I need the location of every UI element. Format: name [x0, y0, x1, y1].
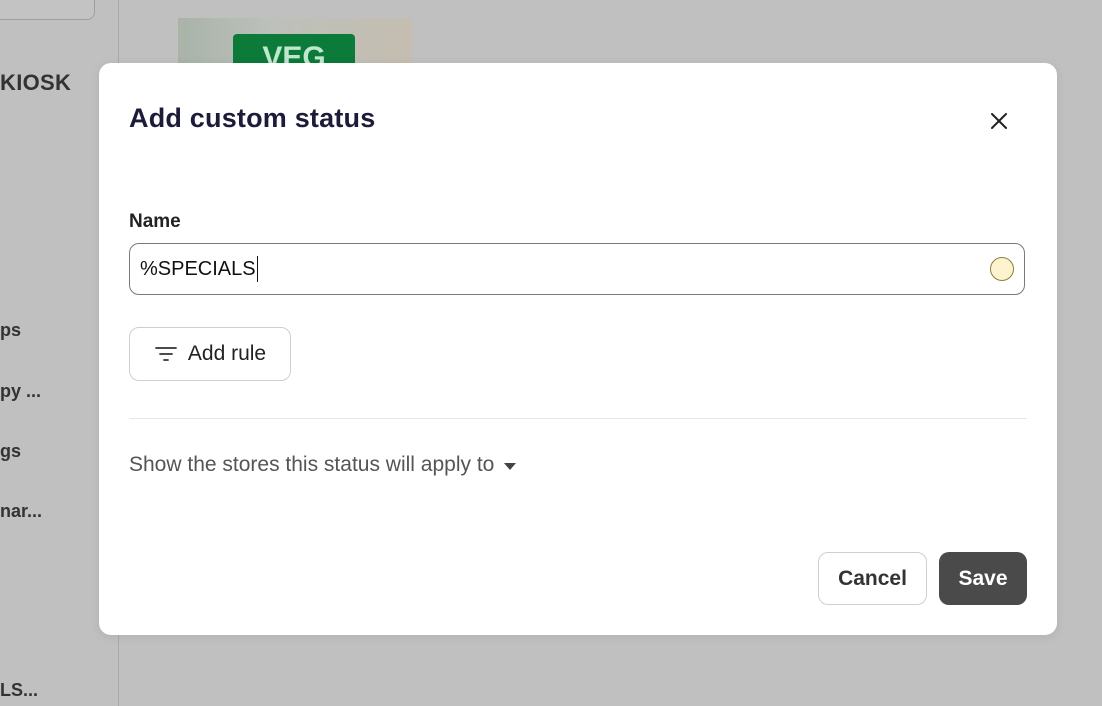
close-button[interactable]: [985, 107, 1013, 135]
brand-label: KIOSK: [0, 70, 72, 95]
add-rule-label: Add rule: [187, 342, 267, 365]
dialog-title: Add custom status: [129, 103, 376, 133]
caret-down-icon: [504, 462, 517, 470]
status-color-picker[interactable]: [990, 257, 1014, 281]
show-stores-toggle[interactable]: Show the stores this status will apply t…: [129, 453, 517, 477]
veg-badge: VEG: [233, 34, 355, 64]
cancel-button[interactable]: Cancel: [818, 552, 927, 605]
category-image: VEG: [178, 18, 412, 64]
add-rule-button[interactable]: Add rule: [129, 327, 291, 381]
text-caret: [256, 256, 258, 282]
name-input-value: %SPECIALS: [140, 257, 256, 280]
save-button[interactable]: Save: [939, 552, 1027, 605]
name-input[interactable]: %SPECIALS: [129, 243, 1025, 295]
sidebar-item[interactable]: LS...: [0, 680, 38, 701]
divider: [129, 418, 1027, 419]
sidebar-item[interactable]: gs: [0, 441, 21, 462]
sidebar-item[interactable]: nar...: [0, 501, 42, 522]
search-box[interactable]: [0, 0, 95, 20]
name-label: Name: [129, 211, 181, 232]
sidebar-item[interactable]: py ...: [0, 381, 41, 402]
add-custom-status-dialog: Add custom status Name %SPECIALS Add rul…: [99, 63, 1057, 635]
close-icon: [991, 113, 1007, 129]
filter-icon: [154, 347, 177, 361]
show-stores-label: Show the stores this status will apply t…: [129, 453, 495, 476]
sidebar-item[interactable]: ps: [0, 320, 21, 341]
